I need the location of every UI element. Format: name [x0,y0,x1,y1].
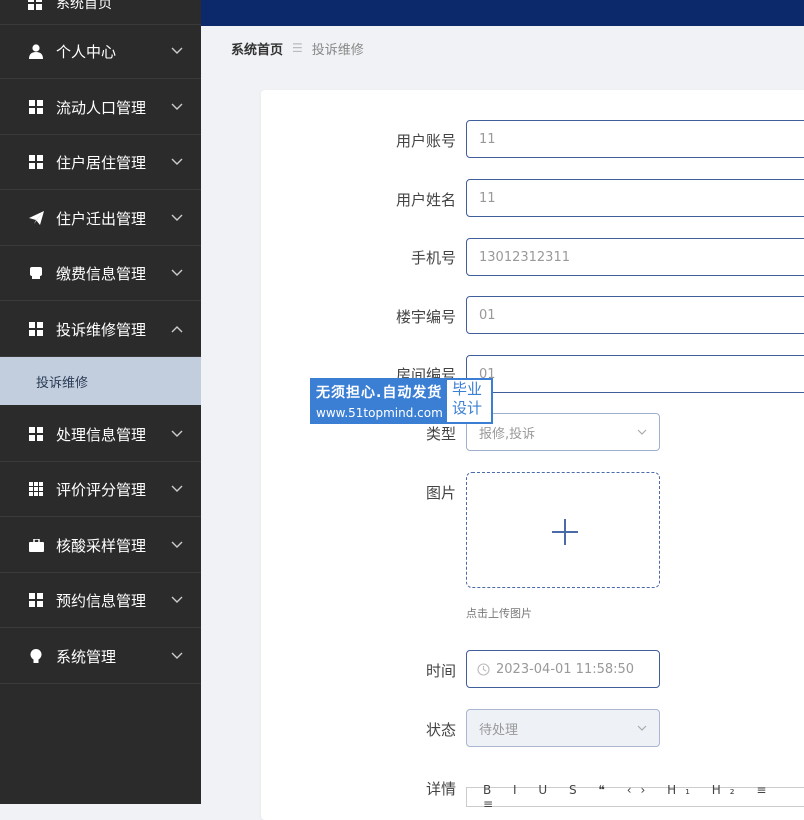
sidebar-item-system[interactable]: 系统管理 [0,629,201,684]
grid-icon [28,154,44,170]
sidebar-item-home[interactable]: 系统首页 [0,0,201,25]
status-label: 状态 [425,721,456,739]
time-value: 2023-04-01 11:58:50 [496,661,635,677]
breadcrumb: 系统首页 ☰ 投诉维修 [231,38,364,58]
status-select-value: 待处理 [479,722,519,738]
status-select[interactable]: 待处理 [466,709,660,747]
detail-label: 详情 [425,780,456,798]
upload-hint: 点击上传图片 [466,607,532,620]
sidebar-item-label: 投诉维修管理 [56,320,147,339]
sidebar-item-label: 住户迁出管理 [56,209,147,228]
time-label: 时间 [425,662,456,680]
user-icon [28,43,44,59]
sidebar-item-appointment[interactable]: 预约信息管理 [0,573,201,628]
building-label: 楼宇编号 [395,308,456,326]
grid-icon [28,99,44,115]
sidebar-item-label: 核酸采样管理 [56,536,147,555]
image-label: 图片 [425,484,456,502]
submenu-item-complaint-repair[interactable]: 投诉维修 [0,357,201,405]
sidebar-item-floating-population[interactable]: 流动人口管理 [0,80,201,135]
chevron-down-icon [171,541,183,548]
sidebar-item-label: 住户居住管理 [56,153,147,172]
sidebar-item-payment[interactable]: 缴费信息管理 [0,246,201,301]
grid-icon [28,592,44,608]
clock-icon [477,662,490,676]
plus-icon-vertical [564,519,566,545]
time-picker[interactable]: 2023-04-01 11:58:50 [466,650,660,688]
chevron-down-icon [171,269,183,276]
briefcase-icon [28,537,44,553]
image-upload-box[interactable] [466,472,660,588]
table-icon [28,481,44,497]
name-input[interactable]: 11 [466,179,804,217]
phone-input[interactable]: 13012312311 [466,238,804,276]
rich-text-toolbar[interactable]: B I U S ❝ ‹› H₁ H₂ ≡ ≡ [466,783,804,811]
chevron-up-icon [171,326,183,333]
sidebar-item-move-out[interactable]: 住户迁出管理 [0,191,201,246]
top-header-bar [201,0,804,26]
type-label: 类型 [425,425,456,443]
sidebar-item-label: 流动人口管理 [56,98,147,117]
chevron-down-icon [171,596,183,603]
sidebar-item-processing[interactable]: 处理信息管理 [0,407,201,462]
sidebar-item-nucleic-acid[interactable]: 核酸采样管理 [0,518,201,573]
sidebar-item-label: 个人中心 [56,42,117,61]
grid-icon [28,321,44,337]
submenu-item-label: 投诉维修 [36,375,89,391]
watermark-line1: 无须担心.自动发货 [316,385,443,401]
lightbulb-icon [28,648,44,664]
sidebar-item-label: 缴费信息管理 [56,264,147,283]
chevron-down-icon [637,429,647,435]
watermark-line2: www.51topmind.com [316,406,443,420]
sidebar: 系统首页 个人中心 流动人口管理 住户居住管理 住户迁出管理 缴费信息管理 投诉… [0,0,201,804]
account-input[interactable]: 11 [466,120,804,158]
sidebar-item-label: 系统管理 [56,647,117,666]
chevron-down-icon [171,652,183,659]
name-label: 用户姓名 [395,191,456,209]
chevron-down-icon [171,430,183,437]
type-select[interactable]: 报修,投诉 [466,413,660,451]
sidebar-item-label: 评价评分管理 [56,480,147,499]
type-select-value: 报修,投诉 [479,426,536,442]
sidebar-item-rating[interactable]: 评价评分管理 [0,462,201,517]
breadcrumb-home-link[interactable]: 系统首页 [231,39,283,58]
sidebar-item-label: 系统首页 [56,0,112,12]
sidebar-item-residence[interactable]: 住户居住管理 [0,135,201,190]
watermark-badge: 毕业 设计 [445,378,493,424]
chevron-down-icon [171,47,183,54]
phone-label: 手机号 [410,249,456,267]
chevron-down-icon [171,214,183,221]
chevron-down-icon [171,485,183,492]
breadcrumb-separator-icon: ☰ [292,41,303,55]
chevron-down-icon [171,158,183,165]
breadcrumb-current: 投诉维修 [311,42,364,58]
building-input[interactable]: 01 [466,296,804,334]
watermark-badge-top: 毕业 [452,380,483,398]
sidebar-item-label: 处理信息管理 [56,425,147,444]
watermark-badge-bottom: 设计 [452,399,483,417]
sidebar-item-complaint-repair[interactable]: 投诉维修管理 [0,302,201,357]
box-icon [28,265,44,281]
account-label: 用户账号 [395,132,456,150]
grid-icon [28,426,44,442]
watermark-banner: 无须担心.自动发货 www.51topmind.com 毕业 设计 [310,378,493,424]
room-input[interactable]: 01 [466,355,804,393]
paper-plane-icon [28,210,44,226]
grid-icon [28,0,44,10]
chevron-down-icon [171,103,183,110]
chevron-down-icon [637,725,647,731]
sidebar-item-label: 预约信息管理 [56,591,147,610]
sidebar-item-personal-center[interactable]: 个人中心 [0,24,201,79]
watermark-left: 无须担心.自动发货 www.51topmind.com [310,378,445,424]
